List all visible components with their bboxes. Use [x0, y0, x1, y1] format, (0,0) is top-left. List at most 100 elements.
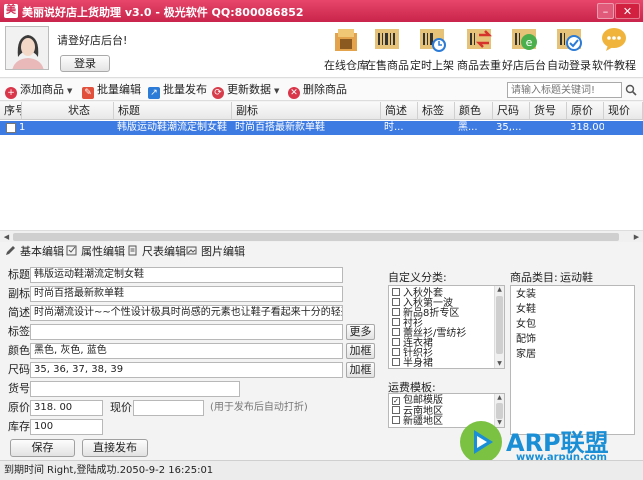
add-size-button[interactable]: 加框 [346, 362, 375, 378]
checkbox[interactable] [392, 348, 400, 356]
list-item[interactable]: 女包 [516, 318, 536, 332]
horizontal-scrollbar[interactable]: ◀ ▶ [0, 230, 643, 242]
login-button[interactable]: 登录 [60, 55, 110, 72]
column-header[interactable]: 货号 [530, 102, 567, 120]
list-item[interactable]: 新品8折专区 [392, 308, 459, 319]
delete-product-button[interactable]: ✕ 删除商品 [288, 82, 347, 99]
tool-schedule[interactable]: 定时上架 [409, 24, 455, 76]
size-label: 尺码 [8, 363, 30, 376]
dedupe-icon [467, 29, 493, 49]
close-button[interactable]: ✕ [615, 3, 640, 19]
stock-field[interactable]: 100 [30, 419, 103, 435]
size-field[interactable]: 35, 36, 37, 38, 39 [30, 362, 343, 378]
checkbox[interactable] [392, 308, 400, 316]
minimize-button[interactable]: – [597, 3, 614, 19]
tab-basic-edit[interactable]: 基本编辑 [5, 245, 64, 259]
search-icon[interactable] [625, 84, 637, 96]
table-row[interactable]: 1 韩版运动鞋潮流定制女鞋 时尚百搭最新款单鞋 时... 黑... 35,...… [0, 121, 643, 135]
tutorial-icon [602, 28, 626, 51]
scroll-up-icon[interactable]: ▲ [495, 286, 504, 294]
checkbox[interactable] [392, 318, 400, 326]
column-header[interactable]: 序号 [0, 102, 22, 120]
add-color-button[interactable]: 加框 [346, 343, 375, 359]
checkbox[interactable] [392, 416, 400, 424]
search-input[interactable] [507, 82, 622, 98]
product-table[interactable]: 序号 状态 标题 副标 简述 标签 颜色 尺码 货号 原价 现价 1 韩版运动鞋… [0, 102, 643, 242]
column-header[interactable]: 标签 [418, 102, 455, 120]
greeting-text: 请登好店后台! [57, 34, 128, 47]
list-item[interactable]: 衬衫 [392, 318, 423, 329]
custom-category-list[interactable]: 入秋外套 入秋第一波 新品8折专区 衬衫 蕾丝衫/雪纺衫 连衣裙 针织衫 半身裙… [388, 285, 505, 369]
list-item[interactable]: 新疆地区 [392, 416, 443, 427]
refresh-icon: ⟳ [212, 87, 224, 99]
list-item[interactable]: 蕾丝衫/雪纺衫 [392, 328, 466, 339]
column-header[interactable]: 简述 [381, 102, 418, 120]
add-product-button[interactable]: + 添加商品 ▼ [5, 82, 72, 99]
more-tags-button[interactable]: 更多 [346, 324, 375, 340]
brief-field[interactable]: 时尚潮流设计~~个性设计极具时尚感的元素也让鞋子看起来十分的轻盈~~大牌范 [30, 305, 343, 321]
column-header[interactable]: 颜色 [455, 102, 493, 120]
color-field[interactable]: 黑色, 灰色, 蓝色 [30, 343, 343, 359]
checkbox[interactable] [392, 328, 400, 336]
batch-publish-button[interactable]: ↗ 批量发布 [148, 82, 207, 99]
list-item[interactable]: ✓ 包邮模版 [392, 396, 443, 406]
price-label: 原价 [8, 401, 30, 414]
list-item[interactable]: 针织衫 [392, 348, 433, 359]
current-price-field[interactable] [133, 400, 204, 416]
color-label: 颜色 [8, 344, 30, 357]
title-bar: 美 美丽说好店上货助理 v3.0 - 极光软件 QQ:800086852 – ✕ [0, 0, 643, 22]
list-item[interactable]: 女装 [516, 288, 536, 302]
tab-size-edit[interactable]: 尺表编辑 [127, 245, 186, 259]
column-header[interactable]: 尺码 [493, 102, 530, 120]
chevron-down-icon[interactable]: ▼ [274, 87, 279, 95]
checkbox-checked[interactable]: ✓ [392, 397, 400, 405]
product-category-label: 商品类目: [510, 271, 558, 284]
vertical-scrollbar[interactable]: ▲ ▼ [494, 286, 504, 368]
chevron-down-icon[interactable]: ▼ [67, 87, 72, 95]
title-field[interactable]: 韩版运动鞋潮流定制女鞋 [30, 267, 343, 283]
subtitle-field[interactable]: 时尚百搭最新款单鞋 [30, 286, 343, 302]
list-item[interactable]: 入秋第一波 [392, 298, 453, 309]
column-header[interactable]: 标题 [114, 102, 232, 120]
checkbox[interactable] [392, 288, 400, 296]
scroll-left-icon[interactable]: ◀ [1, 232, 12, 242]
checkbox[interactable] [392, 406, 400, 414]
list-item[interactable]: 入秋外套 [392, 288, 443, 299]
publish-button[interactable]: 直接发布 [82, 439, 148, 457]
list-item[interactable]: 家居 [516, 348, 536, 362]
scroll-down-icon[interactable]: ▼ [495, 360, 504, 368]
column-header[interactable]: 状态 [22, 102, 114, 120]
checkbox[interactable] [392, 358, 400, 366]
cell-tag [418, 121, 455, 135]
update-data-button[interactable]: ⟳ 更新数据 ▼ [212, 82, 279, 99]
row-checkbox[interactable] [6, 123, 16, 133]
document-icon [128, 245, 137, 256]
column-header[interactable]: 副标 [232, 102, 381, 120]
column-header[interactable]: 现价 [604, 102, 643, 120]
tag-label: 标签 [8, 325, 30, 338]
checkbox[interactable] [392, 338, 400, 346]
list-item[interactable]: 半身裙 [392, 358, 433, 368]
price-field[interactable]: 318. 00 [30, 400, 103, 416]
column-header[interactable]: 原价 [567, 102, 604, 120]
tag-field[interactable] [30, 324, 343, 340]
scroll-thumb[interactable] [496, 403, 503, 419]
pencil-icon [6, 246, 15, 255]
scroll-up-icon[interactable]: ▲ [495, 394, 504, 402]
product-category-list[interactable]: 女装 女鞋 女包 配饰 家居 [510, 285, 635, 435]
scroll-thumb[interactable] [496, 296, 503, 354]
scroll-right-icon[interactable]: ▶ [631, 232, 642, 242]
tool-tutorial[interactable]: 软件教程 [591, 24, 637, 76]
save-button[interactable]: 保存 [10, 439, 75, 457]
tab-image-edit[interactable]: 图片编辑 [186, 245, 245, 259]
scroll-thumb[interactable] [13, 233, 619, 241]
checkbox[interactable] [392, 298, 400, 306]
list-item[interactable]: 配饰 [516, 333, 536, 347]
list-item[interactable]: 连衣裙 [392, 338, 433, 349]
list-item[interactable]: 女鞋 [516, 303, 536, 317]
sku-field[interactable] [30, 381, 240, 397]
product-category-value: 运动鞋 [560, 271, 593, 284]
tab-attribute-edit[interactable]: 属性编辑 [66, 245, 125, 259]
batch-edit-button[interactable]: ✎ 批量编辑 [82, 82, 141, 99]
list-item[interactable]: 云南地区 [392, 406, 443, 417]
